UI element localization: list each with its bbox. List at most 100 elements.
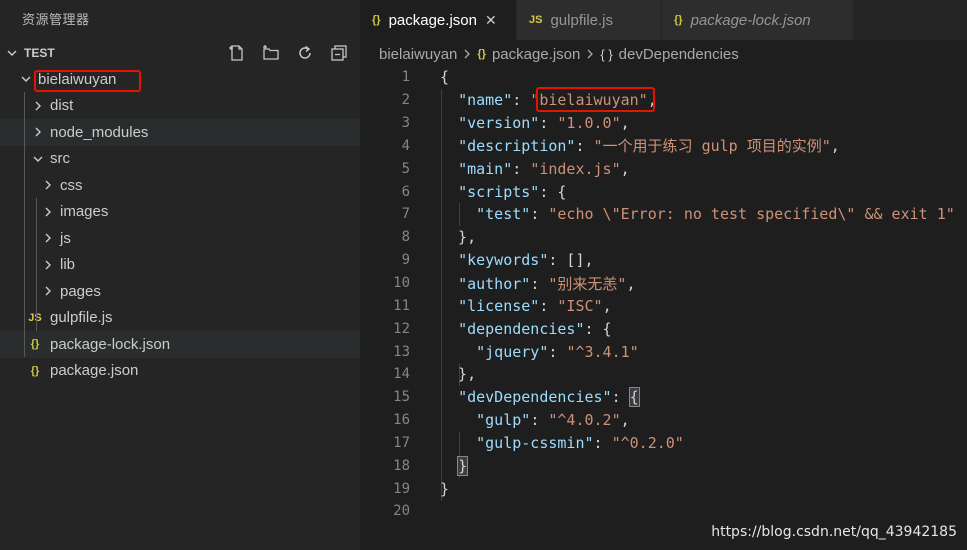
object-symbol-icon: { } [600, 46, 613, 62]
code-text: "scripts": { [458, 182, 567, 201]
tree-label: pages [60, 282, 101, 300]
json-file-icon: {} [372, 14, 381, 26]
chevron-right-icon [40, 257, 56, 273]
tree-folder-images[interactable]: images [0, 199, 360, 226]
line-number: 20 [393, 503, 410, 520]
breadcrumb-symbol[interactable]: devDependencies [619, 46, 739, 63]
code-text: "dependencies": { [458, 319, 612, 338]
chevron-down-icon [30, 151, 46, 167]
code-line[interactable]: 13 "jquery": "^3.4.1" [360, 340, 967, 363]
tree-label: images [60, 203, 109, 221]
js-file-icon: JS [28, 311, 42, 324]
tab-gulpfile[interactable]: JS gulpfile.js [517, 0, 662, 40]
line-number: 8 [401, 229, 410, 246]
code-line[interactable]: 3 "version": "1.0.0", [360, 112, 967, 135]
json-file-icon: {} [30, 364, 40, 377]
collapse-all-icon[interactable] [326, 43, 352, 63]
new-folder-icon[interactable] [258, 43, 284, 63]
code-line[interactable]: 17 "gulp-cssmin": "^0.2.0" [360, 432, 967, 455]
refresh-icon[interactable] [292, 43, 318, 63]
chevron-right-icon [585, 48, 595, 60]
line-number: 4 [401, 137, 410, 154]
tree-file-gulpfile[interactable]: JS gulpfile.js [0, 305, 360, 332]
code-line[interactable]: 14 }, [360, 363, 967, 386]
tab-label: package.json [388, 11, 477, 29]
code-text: } [440, 479, 450, 498]
code-line[interactable]: 8 }, [360, 226, 967, 249]
line-number: 5 [401, 160, 410, 177]
code-line[interactable]: 5 "main": "index.js", [360, 157, 967, 180]
code-line[interactable]: 16 "gulp": "^4.0.2", [360, 409, 967, 432]
chevron-down-icon [4, 47, 20, 59]
tree-label: dist [50, 97, 74, 115]
code-line[interactable]: 7 "test": "echo \"Error: no test specifi… [360, 203, 967, 226]
tree-folder-src[interactable]: src [0, 146, 360, 173]
code-text: "author": "别来无恙", [458, 274, 636, 293]
code-text: "gulp": "^4.0.2", [476, 411, 630, 430]
chevron-right-icon [40, 230, 56, 246]
code-text: "devDependencies": { [458, 387, 640, 408]
new-file-icon[interactable] [224, 43, 250, 63]
json-file-icon: {} [477, 48, 486, 60]
line-number: 15 [393, 389, 410, 406]
json-file-icon: {} [30, 338, 40, 351]
line-number: 16 [393, 412, 410, 429]
code-editor[interactable]: 1{2 "name": "bielaiwuyan", 3 "version": "… [360, 66, 967, 523]
tree-label: lib [60, 256, 76, 274]
line-number: 13 [393, 343, 410, 360]
tree-label: package.json [50, 362, 139, 380]
tree-label: node_modules [50, 123, 149, 141]
code-line[interactable]: 18 } [360, 454, 967, 477]
line-number: 10 [393, 275, 410, 292]
line-number: 18 [393, 457, 410, 474]
tab-label: package-lock.json [690, 11, 811, 29]
workspace-section-header[interactable]: TEST [0, 40, 360, 66]
tree-file-package-json[interactable]: {} package.json [0, 358, 360, 385]
tree-label: css [60, 176, 83, 194]
breadcrumb-folder[interactable]: bielaiwuyan [379, 46, 457, 63]
tree-folder-js[interactable]: js [0, 225, 360, 252]
explorer-title: 资源管理器 [22, 12, 90, 27]
line-number: 11 [393, 297, 410, 314]
json-file-icon: {} [674, 14, 683, 26]
code-text: "keywords": [], [458, 251, 594, 270]
tab-package-json[interactable]: {} package.json ✕ [360, 0, 517, 40]
tab-package-lock[interactable]: {} package-lock.json [662, 0, 854, 40]
code-line[interactable]: 9 "keywords": [], [360, 249, 967, 272]
code-line[interactable]: 12 "dependencies": { [360, 317, 967, 340]
chevron-right-icon [40, 204, 56, 220]
tree-folder-dist[interactable]: dist [0, 93, 360, 120]
code-line[interactable]: 15 "devDependencies": { [360, 386, 967, 409]
code-text: "name": "bielaiwuyan", [458, 91, 657, 110]
line-number: 2 [401, 92, 410, 109]
code-text: { [440, 68, 450, 87]
tree-folder-pages[interactable]: pages [0, 278, 360, 305]
code-line[interactable]: 2 "name": "bielaiwuyan", [360, 89, 967, 112]
tree-label: gulpfile.js [50, 309, 113, 327]
tree-label: js [60, 229, 71, 247]
tab-label: gulpfile.js [550, 11, 614, 29]
chevron-down-icon [18, 71, 34, 87]
tree-file-package-lock[interactable]: {} package-lock.json [0, 331, 360, 358]
line-number: 1 [401, 69, 410, 86]
close-icon[interactable]: ✕ [485, 12, 497, 29]
line-number: 7 [401, 206, 410, 223]
explorer-actions [224, 43, 352, 63]
code-line[interactable]: 10 "author": "别来无恙", [360, 272, 967, 295]
code-line[interactable]: 20 [360, 500, 967, 523]
tree-label: bielaiwuyan [38, 70, 117, 88]
code-line[interactable]: 11 "license": "ISC", [360, 294, 967, 317]
js-file-icon: JS [529, 14, 543, 26]
tree-folder-css[interactable]: css [0, 172, 360, 199]
line-number: 9 [401, 252, 410, 269]
tree-folder-bielaiwuyan[interactable]: bielaiwuyan [0, 66, 360, 93]
code-line[interactable]: 4 "description": "一个用于练习 gulp 项目的实例", [360, 135, 967, 158]
code-line[interactable]: 1{ [360, 66, 967, 89]
breadcrumb-file[interactable]: package.json [492, 46, 580, 63]
code-line[interactable]: 19} [360, 477, 967, 500]
tree-folder-lib[interactable]: lib [0, 252, 360, 279]
tree-folder-node-modules[interactable]: node_modules [0, 119, 360, 146]
line-number: 14 [393, 366, 410, 383]
code-line[interactable]: 6 "scripts": { [360, 180, 967, 203]
tree-label: package-lock.json [50, 335, 171, 353]
